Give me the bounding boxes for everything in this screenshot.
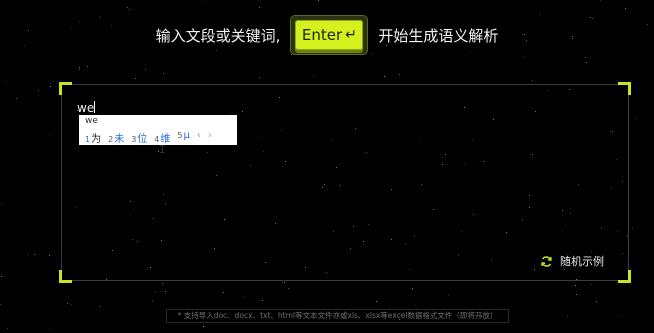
star-dot: [567, 316, 568, 317]
star-dot: [532, 80, 533, 81]
star-dot: [632, 228, 633, 229]
star-dot: [288, 288, 289, 289]
star-dot: [635, 118, 636, 119]
star-dot: [145, 69, 146, 70]
return-icon: ↵: [345, 27, 357, 43]
star-dot: [165, 291, 166, 292]
ime-candidate-popup[interactable]: we I 1为 2未 3位 4维 5μ ‹ ›: [79, 115, 237, 156]
typed-text-value: we: [77, 101, 95, 115]
star-dot: [49, 255, 50, 256]
ime-candidate[interactable]: 1为: [85, 130, 101, 145]
import-support-note: * 支持导入doc、docx、txt、html等文本文件亦或xls、xlsx等e…: [166, 309, 509, 323]
star-dot: [415, 305, 416, 306]
star-dot: [99, 306, 100, 307]
star-dot: [586, 62, 587, 63]
enter-key-label: Enter: [301, 26, 343, 44]
random-example-label: 随机示例: [560, 255, 604, 268]
star-dot: [67, 303, 68, 304]
text-input-area[interactable]: we we I 1为 2未 3位 4维 5μ ‹ › 随机示例: [59, 82, 631, 283]
star-dot: [576, 294, 577, 295]
star-dot: [38, 90, 39, 91]
star-dot: [262, 300, 263, 301]
prompt-after-text: 开始生成语义解析: [378, 26, 499, 45]
star-dot: [129, 9, 130, 10]
refresh-icon: [541, 255, 552, 267]
star-dot: [127, 7, 128, 8]
corner-bracket-top-left: [59, 82, 72, 95]
star-dot: [596, 301, 597, 302]
star-dot: [600, 0, 601, 1]
star-dot: [6, 82, 7, 83]
enter-key-button[interactable]: Enter ↵: [290, 15, 369, 55]
star-dot: [399, 74, 400, 75]
star-dot: [135, 78, 136, 79]
star-dot: [7, 328, 8, 329]
star-dot: [152, 300, 153, 301]
ime-next-page-icon[interactable]: ›: [208, 130, 212, 145]
prompt-before-text: 输入文段或关键词,: [155, 26, 281, 45]
star-dot: [1, 276, 2, 277]
star-dot: [79, 67, 80, 68]
ime-candidate-list: 1为 2未 3位 4维 5μ ‹ ›: [85, 130, 212, 145]
star-dot: [203, 326, 204, 327]
ime-candidate[interactable]: 3位: [131, 130, 147, 145]
corner-bracket-top-right: [618, 82, 631, 95]
star-dot: [223, 292, 224, 293]
star-dot: [28, 254, 29, 255]
ime-candidate[interactable]: 4维: [154, 130, 170, 145]
star-dot: [575, 285, 576, 286]
star-dot: [259, 77, 260, 78]
ime-candidate[interactable]: 5μ: [177, 130, 189, 145]
ime-prev-page-icon[interactable]: ‹: [197, 130, 201, 145]
star-dot: [155, 291, 156, 292]
star-dot: [618, 316, 619, 317]
star-dot: [412, 288, 413, 289]
star-dot: [205, 1, 206, 2]
star-dot: [0, 304, 1, 305]
star-dot: [625, 8, 626, 9]
star-dot: [50, 86, 51, 87]
star-dot: [284, 282, 285, 283]
star-dot: [585, 57, 586, 58]
star-dot: [448, 295, 449, 296]
random-example-button[interactable]: 随机示例: [540, 253, 604, 269]
corner-bracket-bottom-left: [59, 270, 72, 283]
star-dot: [71, 304, 72, 305]
enter-key-face[interactable]: Enter ↵: [295, 20, 364, 50]
star-dot: [591, 284, 592, 285]
star-dot: [50, 329, 51, 330]
star-dot: [376, 301, 377, 302]
star-dot: [162, 283, 163, 284]
typed-text[interactable]: we: [77, 101, 96, 115]
star-dot: [243, 296, 244, 297]
star-dot: [34, 254, 35, 255]
star-dot: [163, 73, 164, 74]
star-dot: [87, 66, 88, 67]
star-dot: [79, 69, 80, 70]
star-dot: [50, 134, 51, 135]
star-dot: [16, 98, 17, 99]
star-dot: [1, 204, 2, 205]
star-dot: [384, 76, 385, 77]
text-caret: [94, 101, 96, 113]
star-dot: [318, 0, 319, 1]
ime-candidate[interactable]: 2未: [108, 130, 124, 145]
star-dot: [259, 7, 260, 8]
corner-bracket-bottom-right: [618, 270, 631, 283]
star-dot: [313, 75, 314, 76]
ime-pinyin: we: [85, 116, 98, 126]
header-instruction: 输入文段或关键词, Enter ↵ 开始生成语义解析: [0, 13, 654, 57]
